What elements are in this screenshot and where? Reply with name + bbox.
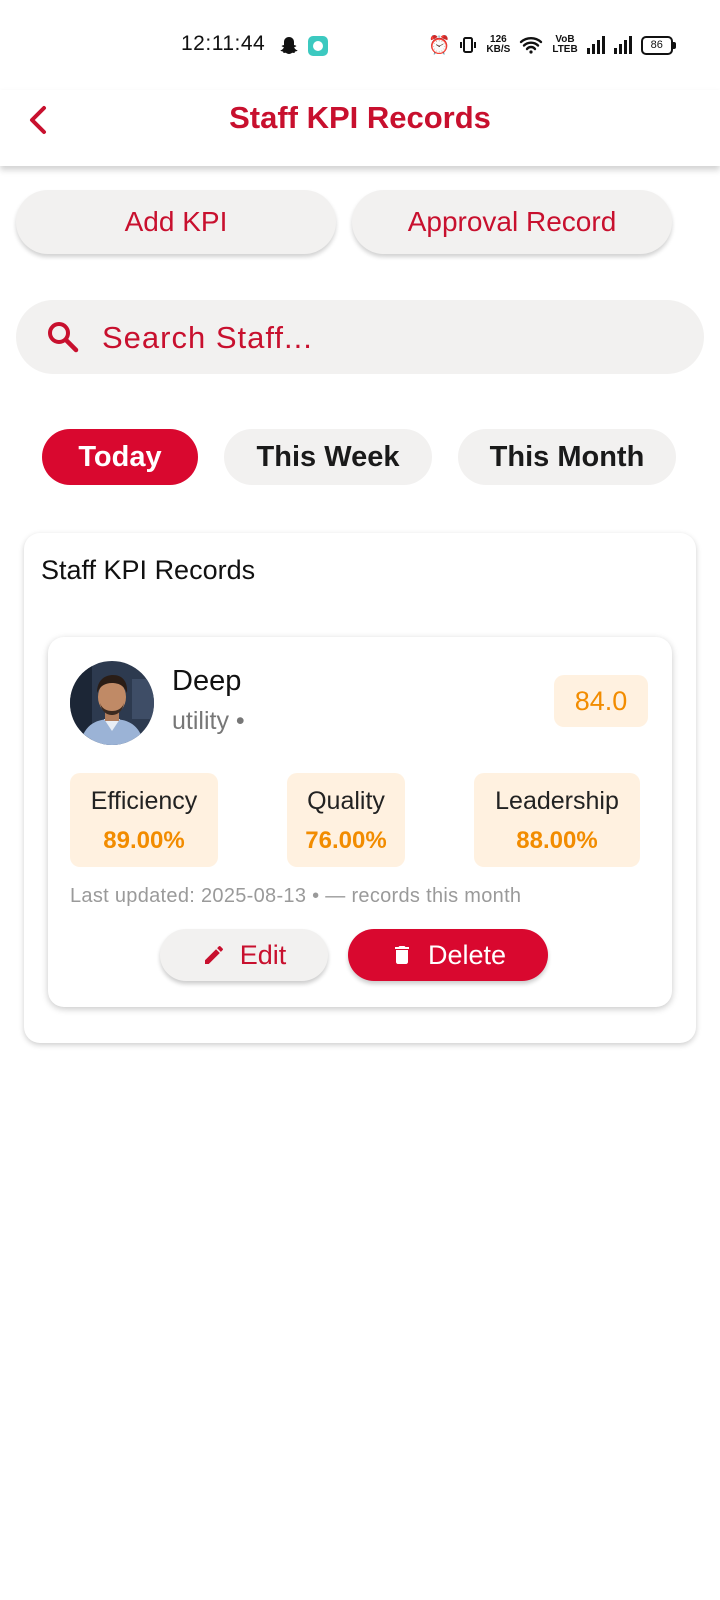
approval-record-button[interactable]: Approval Record [352,190,672,254]
pencil-icon [204,945,223,964]
metric-label: Leadership [495,787,619,815]
volte-indicator: VoB LTEB [552,35,577,55]
staff-name: Deep [172,665,242,697]
metric-value: 89.00% [103,827,185,854]
metric-efficiency: Efficiency 89.00% [70,773,218,867]
trash-icon [394,946,409,964]
search-bar[interactable] [16,300,704,374]
net-speed: 126 KB/S [486,35,510,55]
message-app-icon [308,36,328,56]
edit-button[interactable]: Edit [160,929,328,981]
kpi-record-card[interactable]: Deep utility • 84.0 Efficiency 89.00% Qu… [48,637,672,1007]
wifi-icon [520,37,543,54]
filter-this-week[interactable]: This Week [224,429,432,485]
search-input[interactable] [100,312,684,364]
avatar-image [70,661,154,745]
status-time: 12:11:44 [181,32,266,55]
delete-label: Delete [427,939,507,970]
staff-department: utility • [172,707,245,735]
add-kpi-button[interactable]: Add KPI [16,190,336,254]
records-card-title: Staff KPI Records [41,555,256,585]
page-title: Staff KPI Records [229,100,491,135]
metric-label: Efficiency [90,787,198,815]
records-card: Staff KPI Records Deep utility • 84.0 Ef… [24,533,696,1043]
net-speed-unit: KB/S [486,44,511,55]
snapchat-icon [280,37,298,54]
filter-this-month[interactable]: This Month [458,429,676,485]
metric-leadership: Leadership 88.00% [474,773,640,867]
filter-today[interactable]: Today [42,429,198,485]
avatar [70,661,154,745]
last-updated-text: Last updated: 2025-08-13 • — records thi… [70,885,522,907]
metric-value: 88.00% [516,827,598,854]
metric-quality: Quality 76.00% [287,773,405,867]
volte-bottom: LTEB [552,44,578,55]
signal-2-icon [613,36,632,54]
metric-value: 76.00% [305,827,387,854]
alarm-icon: ⏰ [428,35,451,55]
edit-label: Edit [239,939,287,970]
delete-button[interactable]: Delete [348,929,548,981]
search-icon [48,322,79,353]
signal-1-icon [586,36,605,54]
app-bar: Staff KPI Records [0,90,720,166]
vibrate-icon [460,37,477,53]
status-bar: 12:11:44 ⏰ 126 KB/S VoB LTEB 86 [0,0,720,90]
battery-icon: 86 [640,35,676,55]
overall-score-badge: 84.0 [554,675,648,727]
metric-label: Quality [307,787,385,815]
